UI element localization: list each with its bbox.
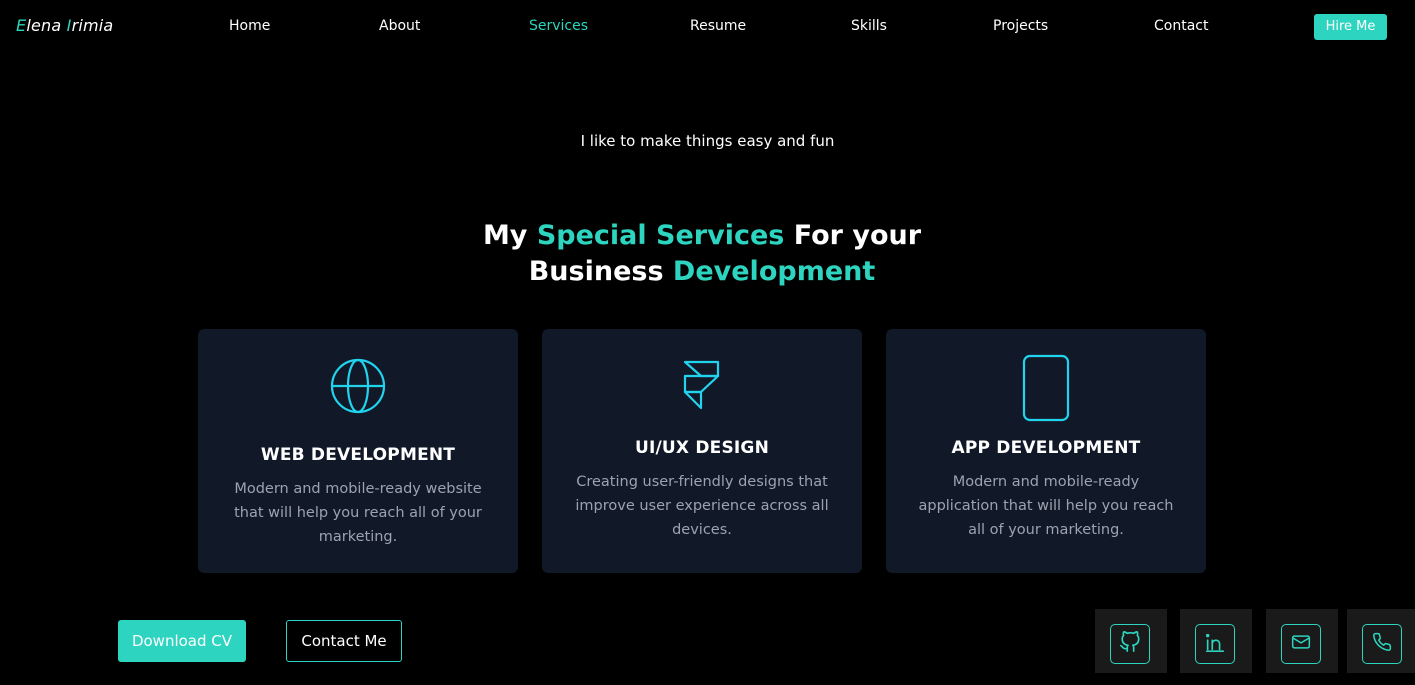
download-cv-button[interactable]: Download CV [118,620,246,662]
nav-contact[interactable]: Contact [1154,18,1208,34]
social-phone[interactable] [1347,609,1415,673]
headline-text-1: My [482,220,537,251]
logo-first-rest: lena [26,16,62,35]
service-card-web: WEB DEVELOPMENT Modern and mobile-ready … [198,329,518,573]
page-title: My Special Services For your Business De… [0,218,1404,290]
linkedin-icon [1204,631,1226,657]
nav-skills[interactable]: Skills [851,18,887,34]
navbar: Elena Irimia Home About Services Resume … [0,0,1415,54]
nav-projects[interactable]: Projects [993,18,1048,34]
contact-me-button[interactable]: Contact Me [286,620,402,662]
mail-icon [1291,632,1311,656]
service-title: APP DEVELOPMENT [951,438,1141,458]
framer-icon [682,359,722,415]
logo-initial-first: E [16,16,27,35]
tablet-icon [1021,354,1071,426]
phone-icon [1372,632,1392,656]
nav-home[interactable]: Home [229,18,270,34]
headline-text-2: For your [784,220,922,251]
nav-about[interactable]: About [379,18,420,34]
social-github[interactable] [1095,609,1167,673]
headline-accent-1: Special Services [536,220,785,251]
service-description: Creating user-friendly designs that impr… [575,474,829,538]
service-description: Modern and mobile-ready application that… [918,474,1174,538]
social-linkedin[interactable] [1180,609,1252,673]
headline-text-3: Business [528,256,673,287]
nav-services[interactable]: Services [529,18,588,34]
service-title: UI/UX DESIGN [634,438,770,458]
logo[interactable]: Elena Irimia [16,16,113,35]
github-icon [1119,631,1141,657]
globe-icon [329,357,387,419]
headline-accent-2: Development [672,256,876,287]
tagline: I like to make things easy and fun [580,132,835,150]
hire-me-button[interactable]: Hire Me [1314,14,1387,40]
service-title: WEB DEVELOPMENT [260,445,456,465]
nav-resume[interactable]: Resume [690,18,746,34]
logo-last-rest: rimia [71,16,114,35]
service-card-app: APP DEVELOPMENT Modern and mobile-ready … [886,329,1206,573]
service-description: Modern and mobile-ready website that wil… [234,481,482,545]
service-card-uiux: UI/UX DESIGN Creating user-friendly desi… [542,329,862,573]
social-mail[interactable] [1266,609,1338,673]
